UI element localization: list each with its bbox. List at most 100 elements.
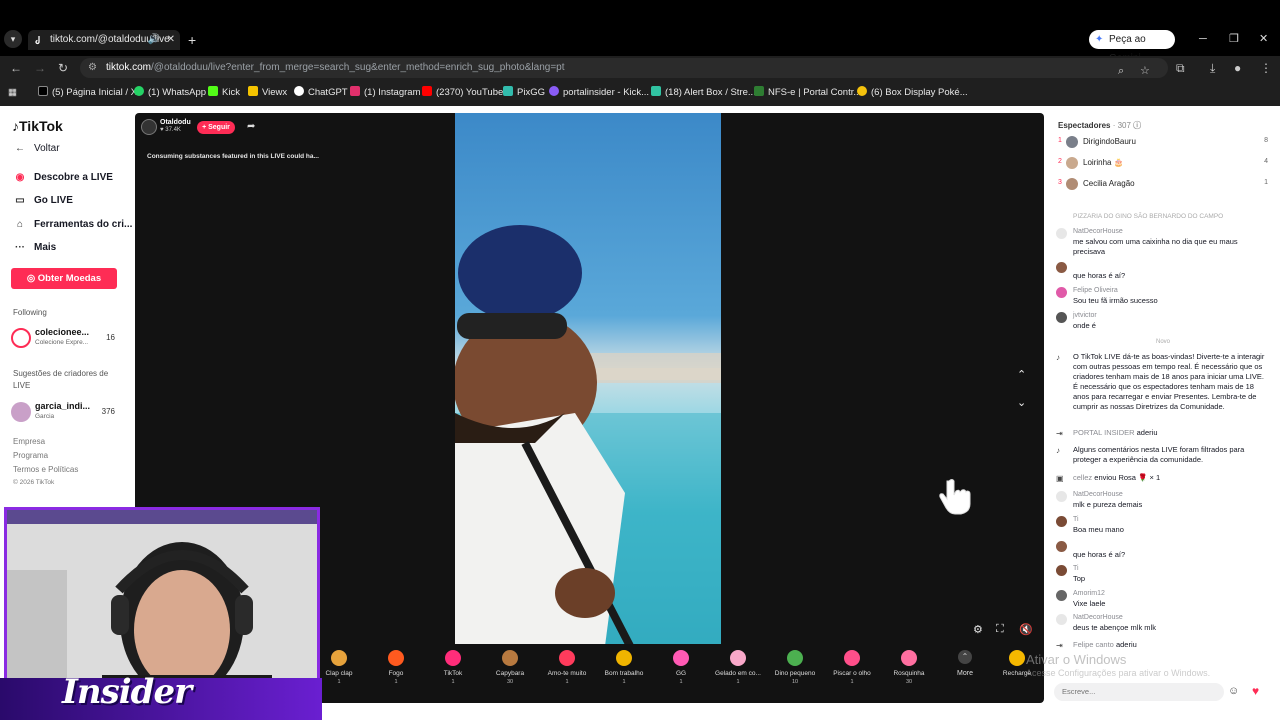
- host-name[interactable]: Otaldodu: [160, 119, 191, 126]
- profile-avatar[interactable]: ●: [1234, 60, 1241, 76]
- viewers-title: Espectadores: [1058, 121, 1111, 130]
- nav-creator-tools[interactable]: ⌂ Ferramentas do cri...: [12, 219, 132, 230]
- avatar: [1056, 565, 1067, 576]
- message-user[interactable]: NatDecorHouse: [1073, 490, 1123, 500]
- gift-price: 30: [506, 679, 514, 685]
- message-user[interactable]: Felipe Oliveira: [1073, 286, 1118, 296]
- message-text: Sou teu fã irmão sucesso: [1073, 296, 1158, 305]
- gift-item[interactable]: Amo-te muito 1: [539, 650, 595, 685]
- bookmark-instagram[interactable]: (1) Instagram: [350, 86, 421, 100]
- gift-icon: [787, 650, 803, 666]
- mute-icon[interactable]: 🔇: [1019, 623, 1033, 636]
- message-user[interactable]: NatDecorHouse: [1073, 613, 1123, 623]
- nav-discover-live[interactable]: ◉ Descobre a LIVE: [12, 172, 113, 183]
- restore-button[interactable]: ❐: [1229, 30, 1239, 48]
- gift-item[interactable]: GG 1: [653, 650, 709, 685]
- gift-item[interactable]: Bom trabalho 1: [596, 650, 652, 685]
- gift-item[interactable]: Capybara 30: [482, 650, 538, 685]
- bookmark-portalinsider[interactable]: portalinsider - Kick...: [549, 86, 649, 100]
- user-subtitle: Garcia: [35, 413, 55, 420]
- message-user[interactable]: jvtvictor: [1073, 311, 1097, 321]
- tiktok-logo[interactable]: ♪TikTok: [12, 118, 63, 134]
- close-window-button[interactable]: ✕: [1259, 30, 1268, 48]
- gift-item[interactable]: TikTok 1: [425, 650, 481, 685]
- zoom-search-icon[interactable]: ⌕: [1118, 61, 1124, 81]
- forward-icon[interactable]: →: [34, 60, 46, 76]
- info-icon[interactable]: ⓘ: [1133, 121, 1141, 130]
- message-user[interactable]: Ti: [1073, 564, 1079, 574]
- message-user[interactable]: PORTAL INSIDER: [1073, 428, 1135, 437]
- gift-icon: [844, 650, 860, 666]
- gemini-button[interactable]: ✦ Peça ao Gemini: [1089, 30, 1175, 64]
- message-user[interactable]: NatDecorHouse: [1073, 227, 1123, 237]
- fullscreen-icon[interactable]: ⛶: [996, 623, 1004, 636]
- chat-message: Amorim12 Vixe laele: [1056, 589, 1270, 611]
- footer-program-link[interactable]: Programa: [13, 451, 48, 460]
- address-bar[interactable]: ⚙ tiktok.com/@otaldoduu/live?enter_from_…: [80, 58, 1168, 78]
- gift-item[interactable]: Fogo 1: [368, 650, 424, 685]
- message-user[interactable]: cellez: [1073, 473, 1092, 482]
- minimize-button[interactable]: ─: [1199, 30, 1207, 48]
- settings-icon[interactable]: ⚙: [973, 623, 983, 636]
- host-avatar[interactable]: [141, 119, 157, 135]
- footer-company-link[interactable]: Empresa: [13, 437, 45, 446]
- viewers-header[interactable]: Espectadores · 307 ⓘ: [1058, 120, 1141, 131]
- downloads-icon[interactable]: ⤓: [1210, 60, 1215, 76]
- bookmark-pixgg[interactable]: PixGG: [503, 86, 545, 100]
- message-user[interactable]: Ti: [1073, 515, 1079, 525]
- bookmark-x[interactable]: (5) Página Inicial / X: [38, 86, 137, 100]
- apps-grid-icon[interactable]: ▦: [8, 86, 17, 100]
- nav-go-live[interactable]: ▭ Go LIVE: [12, 195, 73, 206]
- chat-input[interactable]: [1054, 683, 1224, 701]
- bookmark-whatsapp[interactable]: (1) WhatsApp: [134, 86, 206, 100]
- get-coins-button[interactable]: ◎ Obter Moedas: [11, 268, 117, 289]
- extensions-icon[interactable]: ⧉: [1176, 60, 1185, 76]
- bookmark-alertbox[interactable]: (18) Alert Box / Stre...: [651, 86, 756, 100]
- gift-item[interactable]: Dino pequeno 10: [767, 650, 823, 685]
- avatar: [11, 328, 31, 348]
- gift-price: 1: [850, 679, 854, 685]
- back-link[interactable]: ← Voltar: [12, 143, 60, 154]
- site-info-icon[interactable]: ⚙: [88, 58, 97, 78]
- bookmark-chatgpt[interactable]: ChatGPT: [294, 86, 348, 100]
- following-user[interactable]: colecionee... Colecione Expre... 16: [11, 327, 121, 349]
- browser-tab[interactable]: tiktok.com/@otaldoduu/live 🔊 ✕: [28, 30, 180, 50]
- share-icon[interactable]: ➦: [247, 121, 255, 132]
- bookmark-star-icon[interactable]: ☆: [1140, 61, 1150, 81]
- live-video-frame[interactable]: [455, 113, 721, 646]
- nav-more[interactable]: ··· Mais: [12, 242, 56, 253]
- bookmark-nfse[interactable]: NFS-e | Portal Contr...: [754, 86, 861, 100]
- whatsapp-icon: [134, 86, 144, 96]
- gift-item[interactable]: Gelado em co... 1: [710, 650, 766, 685]
- reload-icon[interactable]: ↻: [58, 60, 68, 76]
- ranking-row[interactable]: 2 Loirinha 🎂 4: [1058, 157, 1268, 171]
- tiktok-note-icon: ♪: [12, 118, 19, 134]
- gift-price: 1: [736, 679, 740, 685]
- next-live-icon[interactable]: ⌄: [1017, 396, 1026, 409]
- message-user[interactable]: Amorim12: [1073, 589, 1105, 599]
- avatar: [1056, 590, 1067, 601]
- bookmark-kick[interactable]: Kick: [208, 86, 240, 100]
- message-text: enviou Rosa 🌹 × 1: [1094, 473, 1161, 482]
- footer-terms-link[interactable]: Termos e Políticas: [13, 465, 78, 474]
- ranking-row[interactable]: 1 DirigindoBauru 8: [1058, 136, 1268, 150]
- new-tab-button[interactable]: +: [188, 30, 196, 50]
- gift-item[interactable]: Piscar o olho 1: [824, 650, 880, 685]
- browser-menu-icon[interactable]: ⋮: [1260, 60, 1272, 76]
- audio-playing-icon[interactable]: 🔊: [148, 30, 160, 50]
- message-user[interactable]: Felipe canto: [1073, 640, 1114, 649]
- suggested-user[interactable]: garcia_indi... Garcia 376: [11, 401, 121, 423]
- follow-button[interactable]: + Seguir: [197, 121, 235, 134]
- back-icon[interactable]: ←: [10, 60, 22, 76]
- previous-live-icon[interactable]: ⌃: [1017, 368, 1026, 381]
- more-gifts-button[interactable]: ⌃ More: [950, 650, 980, 677]
- emoji-icon[interactable]: ☺: [1228, 685, 1239, 697]
- close-tab-icon[interactable]: ✕: [167, 30, 175, 50]
- bookmark-pokemon[interactable]: (6) Box Display Poké...: [857, 86, 968, 100]
- bookmark-youtube[interactable]: (2370) YouTube: [422, 86, 503, 100]
- ranking-row[interactable]: 3 Cecilia Aragão 1: [1058, 178, 1268, 192]
- tab-list-dropdown[interactable]: ▾: [4, 30, 22, 48]
- gift-item[interactable]: Rosquinha 30: [881, 650, 937, 685]
- bookmark-viewx[interactable]: Viewx: [248, 86, 287, 100]
- heart-icon[interactable]: ♥: [1252, 684, 1259, 698]
